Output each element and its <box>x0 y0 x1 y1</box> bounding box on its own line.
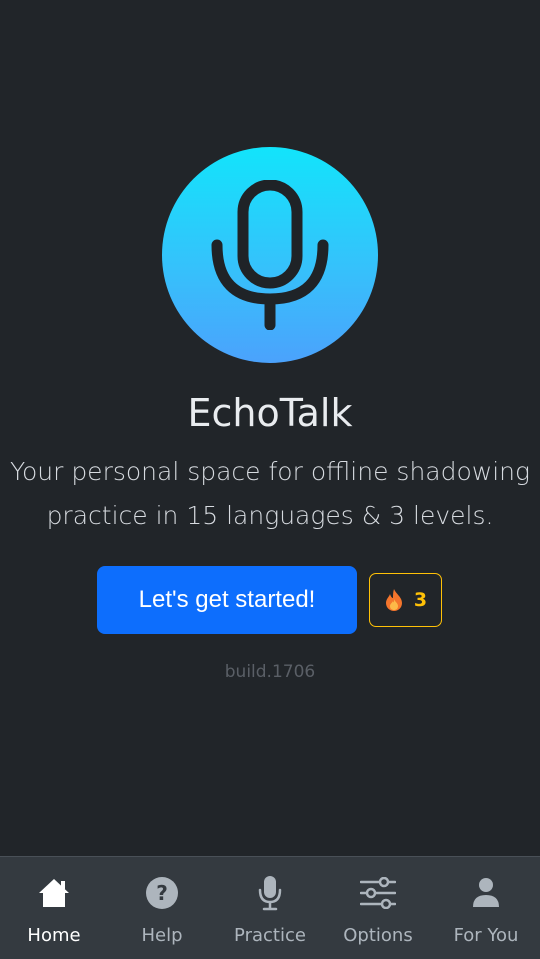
person-icon <box>473 878 499 907</box>
streak-count: 3 <box>413 589 428 611</box>
nav-item-options[interactable]: Options <box>324 857 432 959</box>
sliders-icon <box>360 877 396 909</box>
nav-item-help[interactable]: ? Help <box>108 857 216 959</box>
help-icon: ? <box>146 877 178 909</box>
svg-text:?: ? <box>156 881 168 905</box>
microphone-icon <box>211 180 329 330</box>
nav-label-for-you: For You <box>453 925 519 946</box>
nav-label-practice: Practice <box>234 925 306 946</box>
streak-badge[interactable]: 3 <box>369 573 442 627</box>
get-started-button[interactable]: Let's get started! <box>97 566 357 634</box>
nav-label-help: Help <box>141 925 183 946</box>
nav-item-home[interactable]: Home <box>0 857 108 959</box>
fire-icon <box>385 589 402 611</box>
build-label: build.1706 <box>224 662 316 682</box>
app-root: EchoTalk Your personal space for offline… <box>0 0 540 959</box>
microphone-icon <box>258 876 282 911</box>
nav-label-home: Home <box>27 925 81 946</box>
nav-item-practice[interactable]: Practice <box>216 857 324 959</box>
tagline-line-2: practice in 15 languages & 3 levels. <box>46 501 494 530</box>
app-logo <box>162 147 378 363</box>
actions-row: Let's get started! 3 <box>97 566 442 634</box>
nav-item-for-you[interactable]: For You <box>432 857 540 959</box>
tagline-line-1: Your personal space for offline shadowin… <box>10 457 531 486</box>
app-title: EchoTalk <box>187 391 353 435</box>
bottom-nav: Home ? Help Practice Options For You <box>0 856 540 959</box>
nav-label-options: Options <box>343 925 413 946</box>
app-tagline: Your personal space for offline shadowin… <box>10 450 530 538</box>
home-icon <box>39 879 69 907</box>
